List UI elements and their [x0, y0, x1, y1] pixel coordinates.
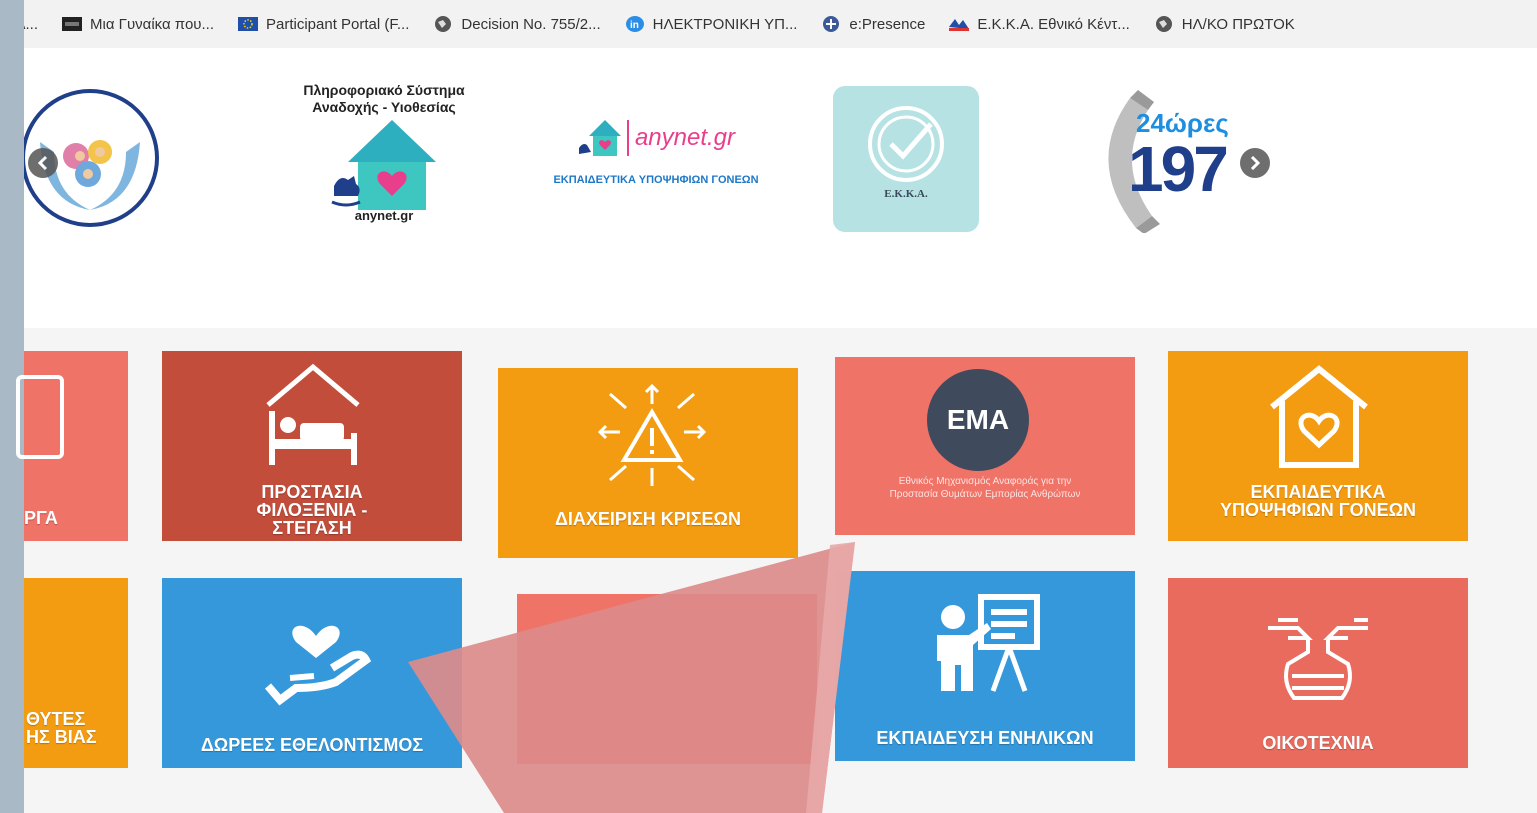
document-icon [16, 375, 64, 459]
carousel-next-button[interactable] [1240, 148, 1270, 178]
bookmark-label: Decision No. 755/2... [461, 15, 601, 33]
tile-label: ΠΡΟΣΤΑΣΙΑ ΦΙΛΟΞΕΝΙΑ - ΣΤΕΓΑΣΗ [256, 482, 368, 538]
tile-label: ΕΚΠΑΙΔΕΥΤΙΚΑ ΥΠΟΨΗΦΙΩΝ ΓΟΝΕΩΝ [1219, 482, 1417, 520]
ekka-icon [949, 14, 970, 34]
house-heart-icon [1270, 365, 1368, 468]
bookmark-item[interactable]: Decision No. 755/2... [433, 14, 601, 34]
tile-label: ΔΩΡΕΕΣ ΕΘΕΛΟΝΤΙΣΜΟΣ [200, 735, 424, 755]
bookmark-item[interactable]: Ε.Κ.Κ.Α. Εθνικό Κέντ... [949, 14, 1130, 34]
bookmarks-bar: λ... Μια Γυναίκα που... Participant Port… [24, 0, 1537, 48]
anynet-logo[interactable]: anynet.gr ΕΚΠΑΙΔΕΥΤΙΚΑ ΥΠΟΨΗΦΙΩΝ ΓΟΝΕΩΝ [536, 118, 776, 208]
adoption-system-title: Πληροφοριακό Σύστημα Αναδοχής - Υιοθεσία… [303, 82, 465, 115]
tile-donations-volunteering[interactable]: ΔΩΡΕΕΣ ΕΘΕΛΟΝΤΙΣΜΟΣ [162, 578, 462, 768]
plus-circle-icon [821, 14, 841, 34]
carousel-prev-button[interactable] [28, 148, 58, 178]
bookmark-item[interactable]: e:Presence [821, 14, 925, 34]
tile-violence-victims[interactable]: ΘΥΤΕΣ ΗΣ ΒΙΑΣ [24, 578, 128, 768]
ekka-label: E.K.K.A. [884, 188, 928, 200]
anynet-name: anynet.gr [634, 124, 736, 151]
linkedin-icon: in [625, 14, 645, 34]
tile-label: ΡΓΑ [24, 508, 58, 528]
bookmark-label: λ... [24, 15, 39, 33]
tile-label: ΕΚΠΑΙΔΕΥΣΗ ΕΝΗΛΙΚΩΝ [876, 728, 1094, 748]
bookmark-item[interactable]: Μια Γυναίκα που... [62, 14, 214, 34]
chevron-right-icon [1250, 156, 1261, 170]
tile-crisis-management[interactable]: ΔΙΑΧΕΙΡΙΣΗ ΚΡΙΣΕΩΝ [498, 368, 798, 558]
tile-parent-education[interactable]: ΕΚΠΑΙΔΕΥΤΙΚΑ ΥΠΟΨΗΦΙΩΝ ΓΟΝΕΩΝ [1168, 351, 1468, 541]
tile-home-crafts[interactable]: ΟΙΚΟΤΕΧΝΙΑ [1168, 578, 1468, 768]
tile-label: ΘΥΤΕΣ ΗΣ ΒΙΑΣ [26, 709, 97, 747]
globe-icon [1154, 14, 1174, 34]
hand-heart-icon [264, 625, 372, 706]
bookmark-label: Μια Γυναίκα που... [90, 15, 214, 33]
ema-badge-text: EMA [946, 404, 1010, 435]
bookmark-label: ΗΛΕΚΤΡΟΝΙΚΗ ΥΠ... [652, 15, 798, 33]
svg-text:in: in [630, 20, 639, 31]
tile-works[interactable]: ΡΓΑ [16, 351, 128, 541]
tile-label: ΟΙΚΟΤΕΧΝΙΑ [1262, 733, 1374, 753]
ekka-logo[interactable]: E.K.K.A. [833, 86, 979, 232]
bookmark-label: Participant Portal (F... [266, 15, 410, 33]
bookmark-label: Ε.Κ.Κ.Α. Εθνικό Κέντ... [977, 15, 1130, 33]
tile-adult-education[interactable]: ΕΚΠΑΙΔΕΥΣΗ ΕΝΗΛΙΚΩΝ [835, 571, 1135, 761]
adoption-system-logo[interactable]: Πληροφοριακό Σύστημα Αναδοχής - Υιοθεσία… [279, 82, 489, 242]
bookmark-label: ΗΛ/ΚΟ ΠΡΩΤΟΚ [1181, 15, 1295, 33]
bookmark-item[interactable]: in ΗΛΕΚΤΡΟΝΙΚΗ ΥΠ... [625, 14, 798, 34]
video-icon [62, 14, 83, 34]
bookmark-item[interactable]: λ... [24, 16, 38, 33]
ema-badge: EMA [927, 369, 1029, 471]
bookmark-label: e:Presence [849, 15, 926, 33]
tile-hidden[interactable] [517, 594, 817, 764]
ema-subtitle: Εθνικός Μηχανισμός Αναφοράς για την Προσ… [889, 476, 1081, 500]
tile-protection-housing[interactable]: ΠΡΟΣΤΑΣΙΑ ΦΙΛΟΞΕΝΙΑ - ΣΤΕΓΑΣΗ [162, 351, 462, 541]
bookmark-item[interactable]: ΗΛ/ΚΟ ΠΡΩΤΟΚ [1154, 14, 1295, 34]
logo-carousel: Πληροφοριακό Σύστημα Αναδοχής - Υιοθεσία… [21, 48, 1537, 328]
chevron-left-icon [37, 156, 48, 170]
anynet-subtitle: ΕΚΠΑΙΔΕΥΤΙΚΑ ΥΠΟΨΗΦΙΩΝ ΓΟΝΕΩΝ [553, 174, 759, 186]
warning-crisis-icon [597, 383, 707, 486]
globe-icon [433, 14, 453, 34]
house-icon [578, 120, 621, 156]
eu-flag-icon [238, 14, 258, 34]
tile-label: ΔΙΑΧΕΙΡΙΣΗ ΚΡΙΣΕΩΝ [554, 509, 741, 529]
teacher-board-icon [937, 594, 1040, 692]
tile-ema[interactable]: EMA Εθνικός Μηχανισμός Αναφοράς για την … [835, 357, 1135, 535]
bookmark-item[interactable]: Participant Portal (F... [238, 14, 409, 34]
hotline-number: 197 [1128, 133, 1229, 205]
house-bed-icon [266, 363, 360, 465]
adoption-system-url: anynet.gr [354, 208, 414, 223]
pottery-hands-icon [1268, 618, 1368, 700]
